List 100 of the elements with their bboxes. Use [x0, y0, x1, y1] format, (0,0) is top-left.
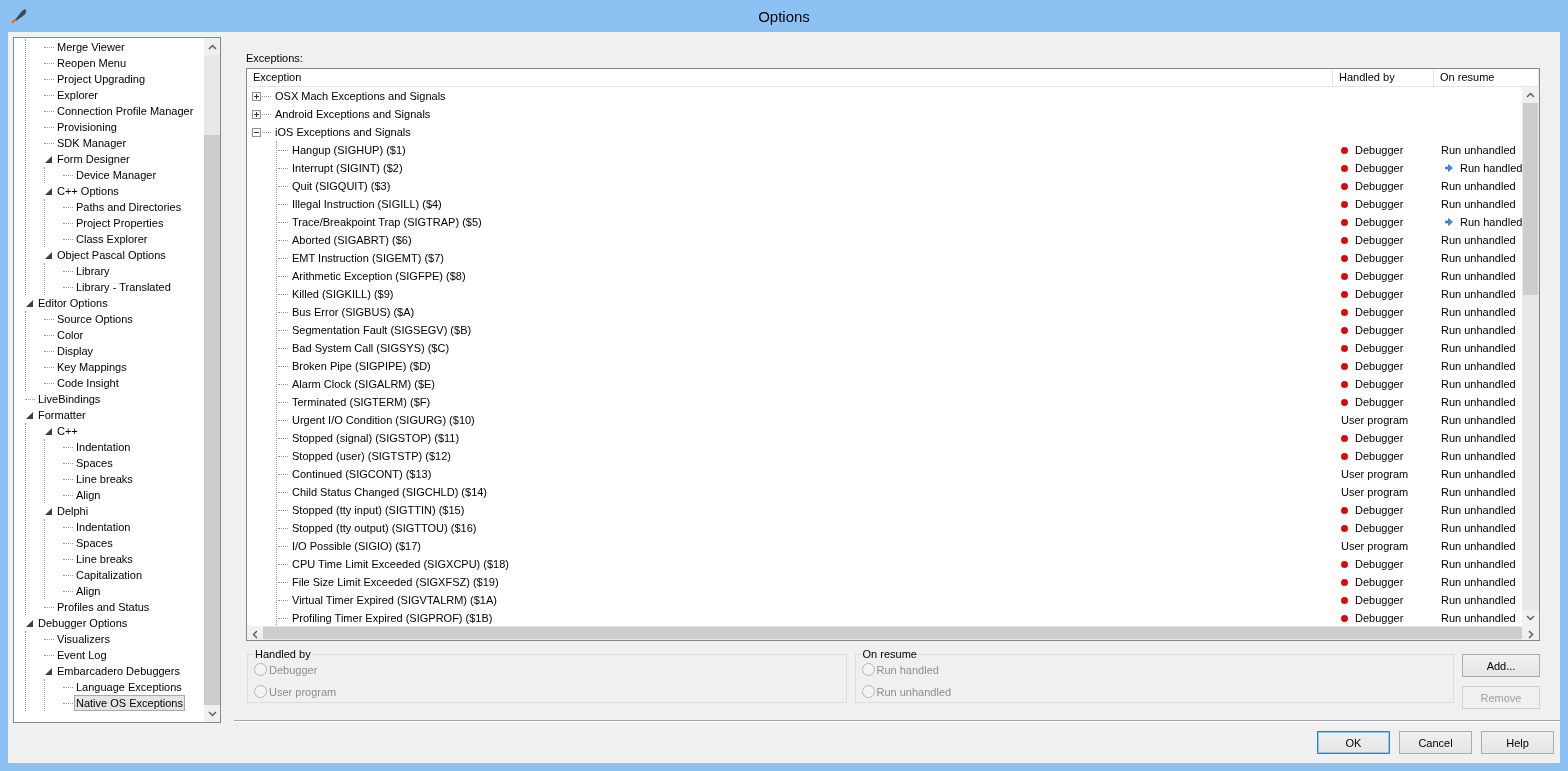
expanded-triangle-icon[interactable]: [45, 187, 52, 195]
tree-item[interactable]: Connection Profile Manager: [55, 103, 196, 119]
tree-item[interactable]: Spaces: [74, 535, 115, 551]
tree-item[interactable]: Align: [74, 583, 103, 599]
exception-name[interactable]: Stopped (tty input) (SIGTTIN) ($15): [292, 504, 465, 516]
tree-item[interactable]: Project Upgrading: [55, 71, 148, 87]
group-title: On resume: [861, 648, 918, 660]
dialog-button[interactable]: Cancel: [1399, 731, 1472, 754]
exception-name[interactable]: EMT Instruction (SIGEMT) ($7): [292, 252, 444, 264]
exception-name[interactable]: Trace/Breakpoint Trap (SIGTRAP) ($5): [292, 216, 482, 228]
column-header[interactable]: On resume: [1434, 69, 1539, 86]
exception-group[interactable]: OSX Mach Exceptions and Signals: [275, 90, 446, 102]
exception-name[interactable]: Bad System Call (SIGSYS) ($C): [292, 342, 450, 354]
exception-group[interactable]: Android Exceptions and Signals: [275, 108, 431, 120]
exception-name[interactable]: I/O Possible (SIGIO) ($17): [292, 540, 421, 552]
exception-name[interactable]: Arithmetic Exception (SIGFPE) ($8): [292, 270, 466, 282]
tree-item[interactable]: Project Properties: [74, 215, 166, 231]
exception-name[interactable]: File Size Limit Exceeded (SIGXFSZ) ($19): [292, 576, 499, 588]
exception-name[interactable]: CPU Time Limit Exceeded (SIGXCPU) ($18): [292, 558, 509, 570]
tree-item[interactable]: Key Mappings: [55, 359, 129, 375]
tree-item[interactable]: Form Designer: [55, 151, 132, 167]
exception-name[interactable]: Illegal Instruction (SIGILL) ($4): [292, 198, 442, 210]
tree-item[interactable]: Device Manager: [74, 167, 159, 183]
collapse-box-icon[interactable]: [252, 127, 261, 137]
tree-item[interactable]: Source Options: [55, 311, 135, 327]
expanded-triangle-icon[interactable]: [45, 667, 52, 675]
expanded-triangle-icon[interactable]: [26, 299, 33, 307]
expanded-triangle-icon[interactable]: [26, 619, 33, 627]
tree-item[interactable]: Align: [74, 487, 103, 503]
exception-name[interactable]: Killed (SIGKILL) ($9): [292, 288, 394, 300]
exception-name[interactable]: Terminated (SIGTERM) ($F): [292, 396, 431, 408]
tree-item[interactable]: Native OS Exceptions: [74, 695, 185, 711]
horizontal-scrollbar[interactable]: [247, 626, 1539, 640]
scrollbar-thumb[interactable]: [263, 627, 1522, 639]
tree-item[interactable]: C++: [55, 423, 80, 439]
tree-item[interactable]: Debugger Options: [36, 615, 130, 631]
exception-name[interactable]: Segmentation Fault (SIGSEGV) ($B): [292, 324, 472, 336]
expanded-triangle-icon[interactable]: [26, 411, 33, 419]
tree-item[interactable]: Language Exceptions: [74, 679, 184, 695]
tree-item[interactable]: Code Insight: [55, 375, 121, 391]
tree-item[interactable]: Class Explorer: [74, 231, 150, 247]
expanded-triangle-icon[interactable]: [45, 251, 52, 259]
exception-name[interactable]: Stopped (user) (SIGTSTP) ($12): [292, 450, 451, 462]
tree-item[interactable]: Line breaks: [74, 551, 135, 567]
tree-item[interactable]: Delphi: [55, 503, 91, 519]
exception-name[interactable]: Quit (SIGQUIT) ($3): [292, 180, 391, 192]
tree-item[interactable]: Event Log: [55, 647, 109, 663]
tree-item[interactable]: Formatter: [36, 407, 88, 423]
tree-item[interactable]: Embarcadero Debuggers: [55, 663, 182, 679]
exception-name[interactable]: Bus Error (SIGBUS) ($A): [292, 306, 415, 318]
resume-text: Run unhandled: [1441, 198, 1516, 210]
expanded-triangle-icon[interactable]: [45, 507, 52, 515]
tree-item[interactable]: Library: [74, 263, 112, 279]
dialog-button[interactable]: Help: [1481, 731, 1554, 754]
tree-item[interactable]: Capitalization: [74, 567, 145, 583]
exception-name[interactable]: Aborted (SIGABRT) ($6): [292, 234, 412, 246]
exception-name[interactable]: Stopped (tty output) (SIGTTOU) ($16): [292, 522, 477, 534]
expand-box-icon[interactable]: [252, 109, 261, 119]
tree-item[interactable]: Indentation: [74, 439, 133, 455]
vertical-scrollbar[interactable]: [1522, 87, 1539, 626]
tree-item[interactable]: Provisioning: [55, 119, 119, 135]
tree-item[interactable]: LiveBindings: [36, 391, 103, 407]
tree-item[interactable]: C++ Options: [55, 183, 121, 199]
exception-name[interactable]: Profiling Timer Expired (SIGPROF) ($1B): [292, 612, 493, 624]
tree-item[interactable]: Merge Viewer: [55, 39, 127, 55]
expand-box-icon[interactable]: [252, 91, 261, 101]
tree-item[interactable]: Profiles and Status: [55, 599, 152, 615]
scrollbar-thumb[interactable]: [204, 135, 220, 705]
tree-item[interactable]: Library - Translated: [74, 279, 173, 295]
tree-item[interactable]: Visualizers: [55, 631, 112, 647]
scrollbar-thumb[interactable]: [1523, 103, 1538, 295]
resume-text: Run unhandled: [1441, 360, 1516, 372]
tree-item[interactable]: Editor Options: [36, 295, 110, 311]
tree-item[interactable]: Reopen Menu: [55, 55, 129, 71]
tree-item[interactable]: Line breaks: [74, 471, 135, 487]
exception-name[interactable]: Stopped (signal) (SIGSTOP) ($11): [292, 432, 460, 444]
exception-group[interactable]: iOS Exceptions and Signals: [275, 126, 411, 138]
exception-name[interactable]: Interrupt (SIGINT) ($2): [292, 162, 403, 174]
tree-item[interactable]: Explorer: [55, 87, 100, 103]
exception-name[interactable]: Urgent I/O Condition (SIGURG) ($10): [292, 414, 475, 426]
vertical-scrollbar[interactable]: [204, 38, 220, 722]
expanded-triangle-icon[interactable]: [45, 427, 52, 435]
tree-item[interactable]: Display: [55, 343, 96, 359]
column-header[interactable]: Handled by: [1333, 69, 1434, 86]
tree-item[interactable]: Spaces: [74, 455, 115, 471]
tree-item[interactable]: SDK Manager: [55, 135, 129, 151]
exception-name[interactable]: Alarm Clock (SIGALRM) ($E): [292, 378, 436, 390]
expanded-triangle-icon[interactable]: [45, 155, 52, 163]
exception-name[interactable]: Hangup (SIGHUP) ($1): [292, 144, 406, 156]
exception-name[interactable]: Broken Pipe (SIGPIPE) ($D): [292, 360, 431, 372]
tree-item[interactable]: Object Pascal Options: [55, 247, 168, 263]
dialog-button[interactable]: OK: [1317, 731, 1390, 754]
tree-item[interactable]: Color: [55, 327, 86, 343]
exception-name[interactable]: Child Status Changed (SIGCHLD) ($14): [292, 486, 488, 498]
exception-name[interactable]: Continued (SIGCONT) ($13): [292, 468, 432, 480]
exception-name[interactable]: Virtual Timer Expired (SIGVTALRM) ($1A): [292, 594, 497, 606]
tree-item[interactable]: Paths and Directories: [74, 199, 184, 215]
tree-item[interactable]: Indentation: [74, 519, 133, 535]
column-header[interactable]: Exception: [247, 69, 1333, 86]
action-button[interactable]: Add...: [1462, 654, 1540, 677]
